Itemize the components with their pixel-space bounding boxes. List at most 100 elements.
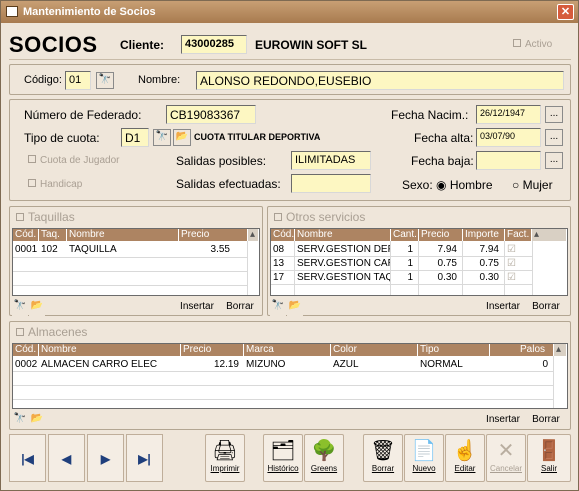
column-header[interactable]: Precio: [419, 229, 463, 241]
nombre-field[interactable]: ALONSO REDONDO,EUSEBIO: [196, 71, 564, 90]
binoculars-icon[interactable]: 🔭: [12, 299, 28, 316]
scroll-up-icon[interactable]: ▴: [554, 344, 567, 356]
cuota-label: Tipo de cuota:: [24, 131, 100, 145]
table-cell: 13: [273, 258, 285, 269]
column-header[interactable]: Precio: [181, 344, 244, 356]
fecha-alta-picker-button[interactable]: ...: [545, 129, 563, 146]
cuota-description: CUOTA TITULAR DEPORTIVA: [194, 132, 321, 142]
fecha-alta-field[interactable]: 03/07/90: [476, 128, 541, 147]
open-folder-icon[interactable]: 📂: [29, 412, 45, 429]
codigo-label: Código:: [24, 74, 62, 86]
salir-button[interactable]: 🚪 Salir: [527, 434, 571, 482]
column-header[interactable]: Cód.: [13, 344, 39, 356]
column-header[interactable]: Precio: [179, 229, 248, 241]
column-header[interactable]: Fact.: [505, 229, 532, 241]
table-cell: SERV.GESTION DEPC: [297, 244, 391, 255]
previous-record-button[interactable]: ◀: [48, 434, 85, 482]
fecha-alta-label: Fecha alta:: [414, 131, 474, 145]
table-cell: 12.19: [213, 359, 239, 370]
fact-checkbox[interactable]: ☑: [505, 257, 525, 270]
first-record-button[interactable]: |◀: [9, 434, 46, 482]
column-header[interactable]: Palos: [490, 344, 554, 356]
column-header[interactable]: Marca: [244, 344, 331, 356]
table-cell: 17: [273, 272, 285, 283]
sexo-label: Sexo:: [402, 178, 433, 192]
binoculars-icon[interactable]: 🔭: [96, 72, 114, 89]
taquillas-insert-button[interactable]: Insertar: [176, 298, 218, 315]
column-header[interactable]: Cant.: [391, 229, 419, 241]
fecha-nacim-picker-button[interactable]: ...: [545, 106, 563, 123]
borrar-button[interactable]: 🗑 Borrar: [363, 434, 403, 482]
codigo-panel: Código: 01 🔭 Nombre: ALONSO REDONDO,EUSE…: [9, 64, 571, 95]
table-cell: 0.75: [479, 258, 499, 269]
column-header[interactable]: Cód.: [13, 229, 39, 241]
greens-button[interactable]: 🌳 Greens: [304, 434, 344, 482]
almacenes-delete-button[interactable]: Borrar: [526, 411, 566, 428]
close-icon[interactable]: ✕: [557, 4, 574, 20]
next-record-button[interactable]: ▶: [87, 434, 124, 482]
otros-servicios-title: Otros servicios: [274, 210, 365, 224]
binoculars-icon[interactable]: 🔭: [270, 299, 286, 316]
socios-window: Mantenimiento de Socios ✕ SOCIOS Cliente…: [0, 0, 579, 491]
scroll-up-icon[interactable]: ▴: [248, 229, 259, 241]
column-header[interactable]: Color: [331, 344, 418, 356]
salidas-efectuadas-field[interactable]: [291, 174, 371, 193]
federado-label: Número de Federado:: [24, 108, 142, 122]
otros-delete-button[interactable]: Borrar: [526, 298, 566, 315]
column-header[interactable]: Tipo: [418, 344, 490, 356]
column-header[interactable]: Cód.: [271, 229, 295, 241]
almacenes-insert-button[interactable]: Insertar: [482, 411, 524, 428]
table-cell: 0.30: [479, 272, 499, 283]
cliente-code-field[interactable]: 43000285: [181, 35, 247, 54]
taquillas-delete-button[interactable]: Borrar: [220, 298, 260, 315]
table-cell: 1: [407, 258, 413, 269]
table-cell: ALMACEN CARRO ELEC: [41, 359, 158, 370]
open-folder-icon[interactable]: 📂: [29, 299, 45, 316]
nombre-label: Nombre:: [138, 74, 181, 86]
nuevo-button[interactable]: 📄 Nuevo: [404, 434, 444, 482]
table-cell: 1: [407, 272, 413, 283]
column-header[interactable]: Nombre: [39, 344, 181, 356]
editar-button[interactable]: ☝ Editar: [445, 434, 485, 482]
fact-checkbox[interactable]: ☑: [505, 243, 525, 256]
taquillas-panel: Taquillas Cód. Taq. Nombre Precio ▴ 0001…: [9, 206, 263, 316]
cuota-field[interactable]: D1: [121, 128, 149, 147]
column-header[interactable]: Nombre: [67, 229, 179, 241]
column-header[interactable]: Taq.: [39, 229, 67, 241]
table-cell: AZUL: [333, 359, 359, 370]
binoculars-icon[interactable]: 🔭: [12, 412, 28, 429]
table-cell: 3.55: [210, 244, 230, 255]
federado-field[interactable]: CB19083367: [166, 105, 256, 124]
column-header[interactable]: Importe: [463, 229, 505, 241]
historico-button[interactable]: 🗂 Histórico: [263, 434, 303, 482]
fecha-nacim-label: Fecha Nacim.:: [391, 108, 469, 122]
table-cell: 08: [273, 244, 285, 255]
table-cell: SERV.GESTION CARF: [297, 258, 391, 269]
tree-icon: 🌳: [311, 440, 337, 462]
open-folder-icon[interactable]: 📂: [287, 299, 303, 316]
salidas-posibles-field[interactable]: ILIMITADAS: [291, 151, 371, 170]
fecha-baja-field[interactable]: [476, 151, 541, 170]
otros-insert-button[interactable]: Insertar: [482, 298, 524, 315]
codigo-field[interactable]: 01: [65, 71, 91, 90]
table-cell: 0: [542, 359, 548, 370]
sexo-hombre-radio[interactable]: ◉ Hombre: [436, 178, 493, 192]
cuota-jugador-checkbox: Cuota de Jugador: [28, 155, 120, 166]
salidas-efectuadas-label: Salidas efectuadas:: [176, 177, 281, 191]
new-record-icon: 📄: [411, 440, 437, 462]
imprimir-button[interactable]: 🖨 Imprimir: [205, 434, 245, 482]
last-record-button[interactable]: ▶|: [126, 434, 163, 482]
scroll-up-icon[interactable]: ▴: [532, 229, 567, 241]
fact-checkbox[interactable]: ☑: [505, 271, 525, 284]
table-cell: 1: [407, 244, 413, 255]
fecha-nacim-field[interactable]: 26/12/1947: [476, 105, 541, 124]
cliente-name: EUROWIN SOFT SL: [255, 38, 367, 52]
column-header[interactable]: Nombre: [295, 229, 391, 241]
sexo-mujer-radio[interactable]: ○ Mujer: [512, 178, 553, 192]
table-cell: 7.94: [479, 244, 499, 255]
almacenes-panel: Almacenes Cód. Nombre Precio Marca Color…: [9, 321, 571, 430]
fecha-baja-picker-button[interactable]: ...: [545, 152, 563, 169]
binoculars-icon[interactable]: 🔭: [153, 129, 171, 146]
table-cell: 7.94: [437, 244, 457, 255]
open-folder-icon[interactable]: 📂: [173, 129, 191, 146]
